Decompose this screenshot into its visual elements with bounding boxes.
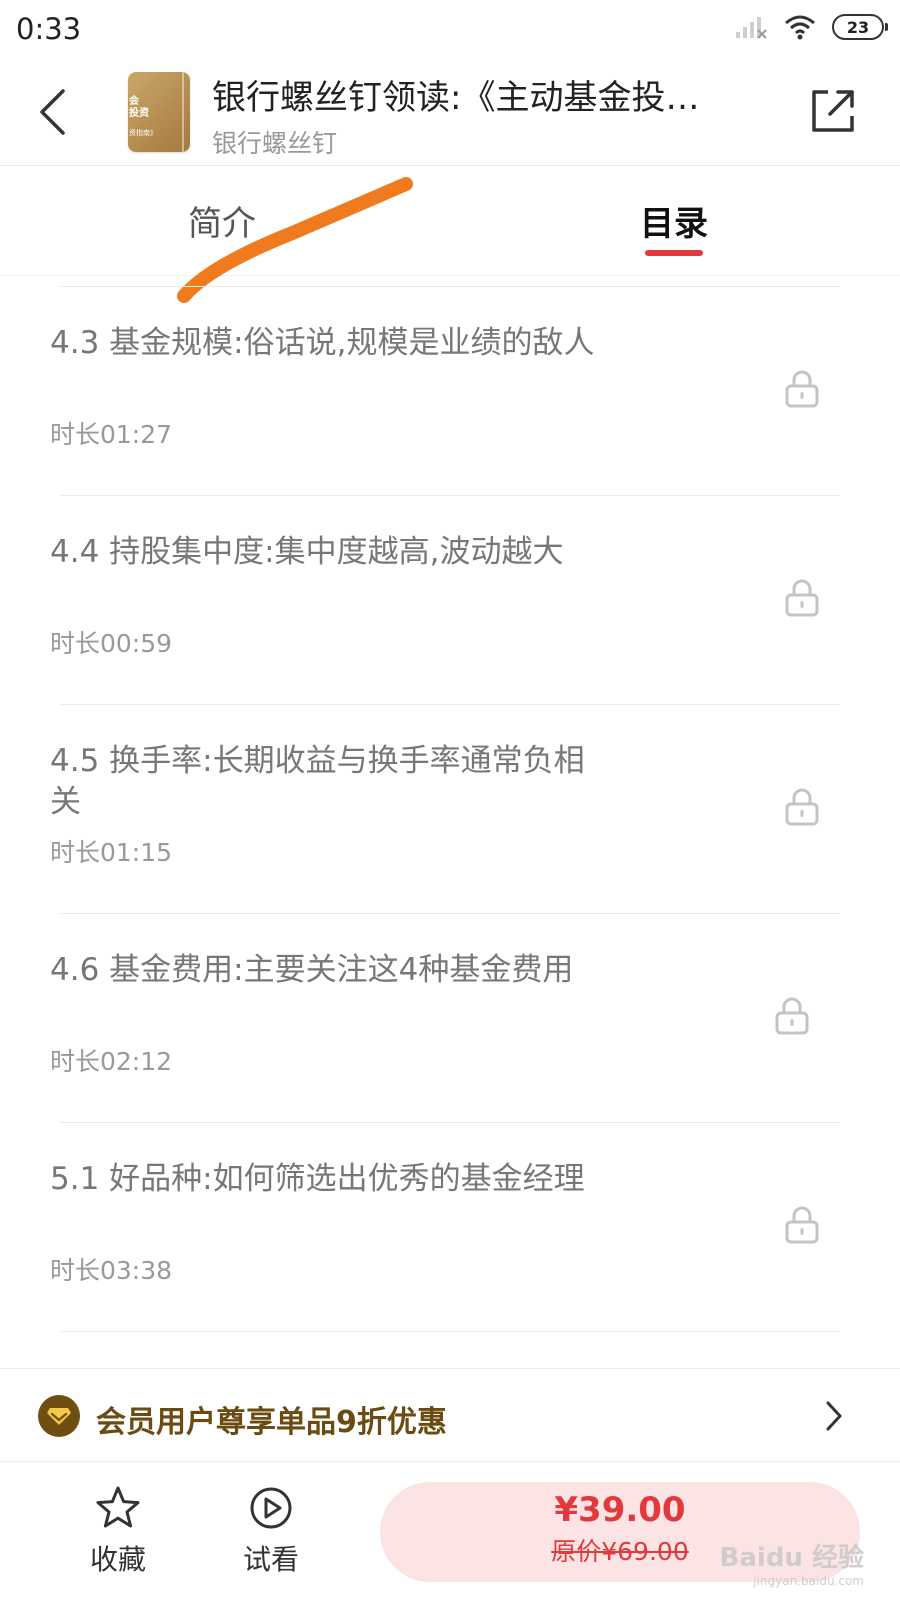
diamond-icon [47, 1408, 71, 1425]
trial-label: 试看 [242, 1543, 299, 1576]
price: ¥39.00 [554, 1490, 686, 1530]
chapter-duration: 时长01:27 [50, 420, 173, 449]
status-icons: 23 [734, 14, 888, 40]
active-tab-indicator [645, 250, 703, 256]
lock-icon [785, 370, 819, 408]
tab-intro[interactable]: 简介 [188, 196, 256, 245]
tab-toc[interactable]: 目录 [640, 196, 708, 245]
bottom-action-bar: 收藏 试看 ¥39.00 原价¥69.00 Baidu 经验 jingyan.b… [0, 1462, 900, 1600]
battery-icon: 23 [832, 14, 888, 40]
book-cover: 会 投资 资指南》 [128, 72, 190, 152]
play-circle-icon [250, 1487, 292, 1529]
favorite-button[interactable]: 收藏 [73, 1484, 163, 1578]
lock-icon [785, 788, 819, 826]
chevron-left-icon [40, 89, 65, 135]
chapter-list: 4.3 基金规模:俗话说,规模是业绩的敌人 时长01:27 4.4 持股集中度:… [0, 286, 900, 1332]
chapter-duration: 时长01:15 [50, 838, 173, 867]
chapter-title: 5.1 好品种:如何筛选出优秀的基金经理 [50, 1161, 585, 1197]
page-title: 银行螺丝钉领读:《主动基金投… [212, 78, 700, 118]
vip-diamond-icon [38, 1395, 80, 1437]
lock-icon [785, 1206, 819, 1244]
watermark: Baidu 经验 jingyan.baidu.com [720, 1537, 864, 1588]
star-icon [96, 1486, 140, 1528]
watermark-main: Baidu 经验 [719, 1543, 864, 1573]
chapter-duration: 时长00:59 [50, 629, 173, 658]
cover-title-text: 会 投资 [129, 96, 149, 119]
member-promo-text: 会员用户尊享单品9折优惠 [96, 1405, 447, 1440]
battery-level: 23 [846, 17, 870, 37]
lock-icon [775, 997, 809, 1035]
chapter-title: 4.6 基金费用:主要关注这4种基金费用 [50, 952, 574, 988]
favorite-label: 收藏 [89, 1543, 146, 1576]
chapter-duration: 时长03:38 [50, 1256, 173, 1285]
back-button[interactable] [30, 82, 74, 142]
author-name: 银行螺丝钉 [212, 129, 338, 158]
chapter-title: 4.4 持股集中度:集中度越高,波动越大 [50, 534, 564, 570]
signal-icon [736, 17, 767, 39]
status-bar: 0:33 23 [0, 0, 900, 60]
tab-bar: 简介 目录 [0, 166, 900, 276]
chapter-item[interactable]: 4.5 换手率:长期收益与换手率通常负相关 时长01:15 [0, 705, 900, 914]
chapter-duration: 时长02:12 [50, 1047, 173, 1076]
wifi-icon [785, 15, 815, 40]
lock-icon [785, 579, 819, 617]
watermark-sub: jingyan.baidu.com [753, 1574, 864, 1588]
cover-subtitle-text: 资指南》 [129, 129, 157, 137]
chapter-title: 4.3 基金规模:俗话说,规模是业绩的敌人 [50, 325, 595, 361]
share-icon [812, 90, 854, 132]
chapter-item[interactable]: 4.6 基金费用:主要关注这4种基金费用 时长02:12 [0, 914, 900, 1123]
header: 会 投资 资指南》 银行螺丝钉领读:《主动基金投… 银行螺丝钉 [0, 60, 900, 166]
chapter-item[interactable]: 4.4 持股集中度:集中度越高,波动越大 时长00:59 [0, 496, 900, 705]
status-time: 0:33 [16, 12, 82, 46]
member-promo-bar[interactable]: 会员用户尊享单品9折优惠 [0, 1368, 900, 1462]
chevron-right-icon [826, 1401, 842, 1431]
chapter-item[interactable]: 5.1 好品种:如何筛选出优秀的基金经理 时长03:38 [0, 1123, 900, 1332]
trial-button[interactable]: 试看 [226, 1484, 316, 1578]
share-button[interactable] [806, 84, 860, 138]
chapter-title: 4.5 换手率:长期收益与换手率通常负相关 [50, 743, 585, 820]
chapter-item[interactable]: 4.3 基金规模:俗话说,规模是业绩的敌人 时长01:27 [0, 287, 900, 496]
